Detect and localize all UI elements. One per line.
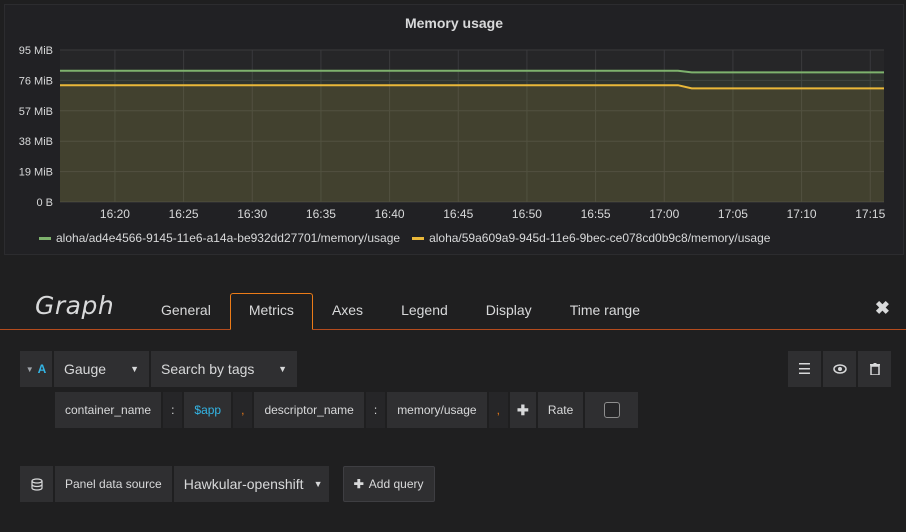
legend-label-series-1[interactable]: aloha/ad4e4566-9145-11e6-a14a-be932dd277…: [56, 231, 400, 245]
tag-comma: ,: [233, 392, 255, 428]
add-query-label: Add query: [368, 477, 424, 491]
query-actions: ☰: [788, 351, 893, 387]
x-tick-label: 17:10: [787, 207, 817, 221]
query-row-a: ▼ A Gauge ▼ Search by tags ▼: [20, 351, 299, 387]
tab-axes[interactable]: Axes: [313, 293, 382, 330]
rate-label: Rate: [537, 392, 586, 428]
x-tick-label: 16:25: [169, 207, 199, 221]
tab-display[interactable]: Display: [467, 293, 551, 330]
tag-value-memory-usage[interactable]: memory/usage: [387, 392, 489, 428]
close-icon[interactable]: ✖: [875, 298, 890, 319]
y-tick-label: 19 MiB: [19, 167, 53, 179]
bars-icon: ☰: [797, 361, 812, 378]
y-tick-label: 76 MiB: [19, 75, 53, 87]
x-tick-label: 16:20: [100, 207, 130, 221]
rate-checkbox[interactable]: [603, 402, 620, 418]
x-tick-label: 16:45: [443, 207, 473, 221]
tag-key-container-name[interactable]: container_name: [55, 392, 164, 428]
tab-metrics[interactable]: Metrics: [229, 293, 313, 330]
caret-down-icon: ▼: [278, 364, 287, 374]
x-tick-label: 17:15: [855, 207, 885, 221]
datasource-row: Panel data source Hawkular-openshift ▼ ✚…: [20, 466, 435, 502]
plus-icon: ✚: [353, 477, 364, 491]
tag-value-app[interactable]: $app: [184, 392, 234, 428]
collapse-arrow-icon: ▼: [25, 364, 34, 374]
y-tick-label: 0 B: [36, 197, 53, 209]
legend-swatch-series-1: [39, 236, 51, 240]
datasource-icon-cell: [20, 466, 55, 502]
plus-icon: ✚: [517, 401, 529, 418]
tag-comma: ,: [488, 392, 510, 428]
caret-down-icon: ▼: [130, 364, 139, 374]
tab-time-range[interactable]: Time range: [551, 293, 659, 330]
metric-type-select[interactable]: Gauge ▼: [54, 351, 151, 387]
graph-panel: 95 MiB 76 MiB 57 MiB 38 MiB 19 MiB 0 B 16:20 16…: [4, 4, 904, 255]
tab-legend[interactable]: Legend: [382, 293, 467, 330]
add-tag-button[interactable]: ✚: [509, 392, 538, 428]
trash-icon: [869, 363, 880, 375]
y-tick-label: 57 MiB: [19, 106, 53, 118]
delete-query-button[interactable]: [858, 351, 893, 387]
metric-type-value: Gauge: [64, 361, 107, 377]
x-tick-label: 16:35: [306, 207, 336, 221]
tags-row: container_name : $app , descriptor_name …: [55, 392, 641, 428]
editor-tabs: General Metrics Axes Legend Display Time…: [142, 293, 659, 330]
x-tick-label: 16:30: [237, 207, 267, 221]
query-ref-toggle[interactable]: ▼ A: [20, 351, 54, 387]
series-area-2: [60, 85, 884, 202]
memory-chart: 95 MiB 76 MiB 57 MiB 38 MiB 19 MiB 0 B 16:20 16…: [19, 45, 886, 221]
database-icon: [30, 477, 43, 491]
datasource-value: Hawkular-openshift: [183, 476, 304, 492]
x-tick-label: 16:50: [512, 207, 542, 221]
legend-swatch-series-2: [412, 236, 425, 240]
x-tick-label: 17:05: [718, 207, 748, 221]
legend-item-series-2[interactable]: aloha/59a609a9-945d-11e6-9bec-ce078cd0b9…: [412, 231, 770, 245]
tag-separator: :: [365, 392, 388, 428]
tag-key-descriptor-name[interactable]: descriptor_name: [254, 392, 366, 428]
chart-legend: aloha/ad4e4566-9145-11e6-a14a-be932dd277…: [39, 231, 770, 245]
panel-title[interactable]: Memory usage: [5, 15, 903, 31]
query-menu-button[interactable]: ☰: [788, 351, 823, 387]
tag-separator: :: [163, 392, 185, 428]
editor-title: Graph: [35, 291, 115, 320]
tab-general[interactable]: General: [142, 293, 230, 330]
toggle-visibility-button[interactable]: [823, 351, 858, 387]
caret-down-icon: ▼: [313, 479, 323, 489]
x-tick-label: 16:55: [581, 207, 611, 221]
search-by-tags-label: Search by tags: [161, 361, 255, 377]
x-tick-label: 17:00: [649, 207, 679, 221]
y-tick-label: 95 MiB: [19, 45, 53, 57]
y-tick-label: 38 MiB: [19, 136, 53, 148]
x-tick-label: 16:40: [375, 207, 405, 221]
datasource-label: Panel data source: [55, 466, 174, 502]
legend-item-series-1[interactable]: aloha/ad4e4566-9145-11e6-a14a-be932dd277…: [39, 231, 400, 245]
rate-checkbox-cell[interactable]: [585, 392, 641, 428]
query-ref-id: A: [37, 362, 47, 376]
search-by-tags-select[interactable]: Search by tags ▼: [151, 351, 299, 387]
datasource-select[interactable]: Hawkular-openshift ▼: [173, 466, 331, 502]
legend-label-series-2[interactable]: aloha/59a609a9-945d-11e6-9bec-ce078cd0b9…: [429, 231, 770, 245]
panel-editor: Graph General Metrics Axes Legend Displa…: [0, 255, 906, 532]
eye-icon: [832, 364, 847, 374]
add-query-button[interactable]: ✚ Add query: [342, 466, 435, 502]
